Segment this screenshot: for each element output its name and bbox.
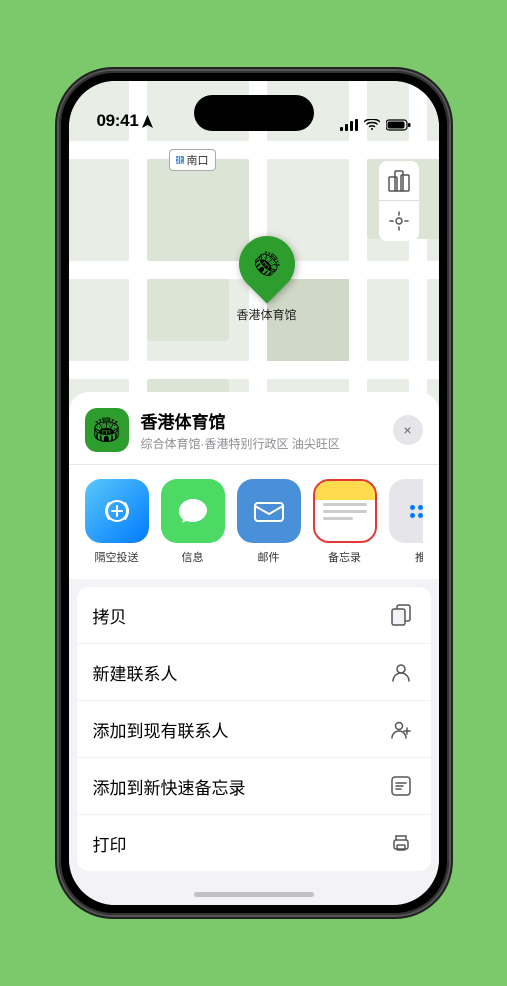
notes-line2 — [323, 510, 367, 513]
venue-emoji: 🏟 — [91, 416, 121, 445]
share-item-mail[interactable]: 邮件 — [237, 479, 301, 565]
notes-line1 — [323, 503, 367, 506]
dot2 — [418, 505, 423, 510]
message-icon — [175, 493, 211, 529]
map-north-entrance-label: 北 南口 — [169, 149, 216, 171]
more-label: 推 — [415, 549, 423, 565]
bottom-sheet: 🏟 香港体育馆 综合体育馆·香港特别行政区 油尖旺区 × — [69, 392, 439, 905]
pin-circle: 🏟 — [227, 224, 306, 303]
signal-icon — [340, 119, 358, 131]
home-indicator — [194, 892, 314, 897]
status-bar: 09:41 — [69, 81, 439, 139]
pin-inner: 🏟 — [245, 242, 289, 286]
message-icon-wrap — [161, 479, 225, 543]
pin-label: 香港体育馆 — [237, 306, 297, 323]
share-item-more[interactable]: 推 — [389, 479, 423, 565]
close-button[interactable]: × — [393, 415, 423, 445]
venue-icon: 🏟 — [85, 408, 129, 452]
status-time: 09:41 — [97, 111, 139, 131]
message-label: 信息 — [182, 549, 204, 565]
action-add-notes[interactable]: 添加到新快速备忘录 — [77, 758, 431, 815]
notes-label: 备忘录 — [328, 549, 361, 565]
notes-line3 — [323, 517, 354, 520]
print-icon — [387, 829, 415, 857]
bottom-spacer — [69, 871, 439, 905]
new-contact-label: 新建联系人 — [93, 660, 178, 685]
pin-shadow — [263, 294, 271, 302]
mail-icon-wrap — [237, 479, 301, 543]
action-add-existing[interactable]: 添加到现有联系人 — [77, 701, 431, 758]
airdrop-icon — [99, 493, 135, 529]
label-dot: 北 — [176, 156, 184, 164]
more-icon-wrap — [389, 479, 423, 543]
more-dot-row1 — [410, 505, 423, 510]
add-existing-icon — [387, 715, 415, 743]
notes-yellow-header — [315, 481, 375, 500]
battery-icon — [386, 119, 411, 131]
status-icons — [340, 119, 411, 131]
print-label: 打印 — [93, 831, 127, 856]
share-row: 隔空投送 信息 — [69, 465, 439, 579]
venue-info: 香港体育馆 综合体育馆·香港特别行政区 油尖旺区 — [141, 408, 381, 452]
dot5 — [418, 513, 423, 518]
share-item-notes[interactable]: 备忘录 — [313, 479, 377, 565]
notes-lines — [323, 503, 367, 520]
action-new-contact[interactable]: 新建联系人 — [77, 644, 431, 701]
add-notes-icon — [387, 772, 415, 800]
mail-icon — [251, 493, 287, 529]
add-existing-label: 添加到现有联系人 — [93, 717, 229, 742]
more-dot-row2 — [410, 513, 423, 518]
wifi-icon — [364, 119, 380, 131]
airdrop-label: 隔空投送 — [95, 549, 139, 565]
sheet-header: 🏟 香港体育馆 综合体育馆·香港特别行政区 油尖旺区 × — [69, 392, 439, 465]
location-button[interactable] — [379, 201, 419, 241]
new-contact-icon — [387, 658, 415, 686]
action-print[interactable]: 打印 — [77, 815, 431, 871]
map-block1 — [147, 159, 249, 261]
notes-icon-wrap — [313, 479, 377, 543]
action-copy[interactable]: 拷贝 — [77, 587, 431, 644]
dot4 — [410, 513, 415, 518]
phone-screen: 09:41 — [69, 81, 439, 905]
map-label-text: 南口 — [187, 152, 209, 168]
map-block3 — [147, 279, 229, 341]
map-type-button[interactable] — [379, 161, 419, 201]
mail-label: 邮件 — [258, 549, 280, 565]
venue-subtitle: 综合体育馆·香港特别行政区 油尖旺区 — [141, 435, 381, 452]
share-item-message[interactable]: 信息 — [161, 479, 225, 565]
copy-label: 拷贝 — [93, 603, 127, 628]
action-list: 拷贝 新建联系人 — [77, 587, 431, 871]
share-item-airdrop[interactable]: 隔空投送 — [85, 479, 149, 565]
more-dots — [410, 505, 423, 518]
location-arrow-icon — [142, 115, 153, 128]
venue-name: 香港体育馆 — [141, 408, 381, 433]
airdrop-icon-wrap — [85, 479, 149, 543]
map-pin: 🏟 香港体育馆 — [237, 236, 297, 323]
share-scroll: 隔空投送 信息 — [85, 479, 423, 565]
pin-emoji: 🏟 — [247, 245, 285, 283]
dot1 — [410, 505, 415, 510]
map-controls — [379, 161, 419, 241]
add-notes-label: 添加到新快速备忘录 — [93, 774, 246, 799]
copy-icon — [387, 601, 415, 629]
phone-frame: 09:41 — [59, 71, 449, 915]
